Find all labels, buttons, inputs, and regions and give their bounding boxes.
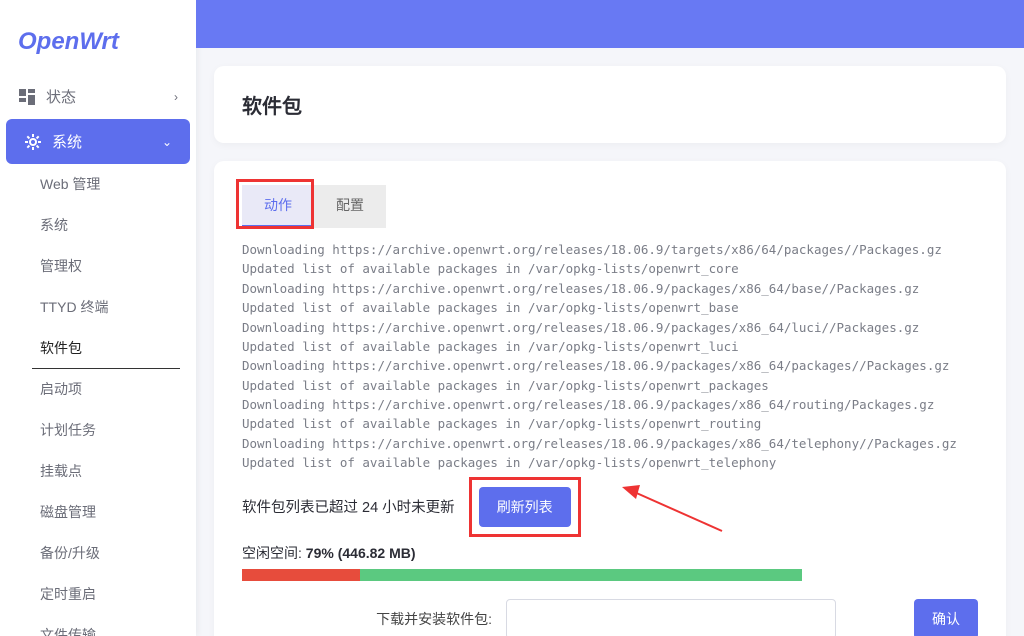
sidebar-subitem[interactable]: 文件传输 [0, 615, 196, 636]
freespace-bar-fill [360, 569, 802, 581]
sidebar: OpenWrt 状态 › 系统 ⌄ Web 管理系统管理权TTYD 终端软件包启… [0, 0, 196, 636]
install-label: 下载并安装软件包: [242, 609, 492, 629]
main-card: 动作 配置 Downloading https://archive.openwr… [214, 161, 1006, 636]
sidebar-subitem[interactable]: 磁盘管理 [0, 492, 196, 533]
sidebar-subitem[interactable]: 管理权 [0, 246, 196, 287]
update-stale-text: 软件包列表已超过 24 小时未更新 [242, 496, 455, 517]
chevron-down-icon: ⌄ [162, 135, 172, 149]
sidebar-item-system[interactable]: 系统 ⌄ [6, 119, 190, 164]
main-content: 软件包 动作 配置 Downloading https://archive.op… [196, 0, 1024, 636]
tabs: 动作 配置 [242, 185, 978, 228]
sidebar-subitem[interactable]: 挂载点 [0, 451, 196, 492]
sidebar-subitem[interactable]: 软件包 [32, 328, 180, 369]
logo: OpenWrt [0, 0, 196, 74]
sidebar-label: 状态 [46, 86, 76, 107]
sidebar-subitem[interactable]: 计划任务 [0, 410, 196, 451]
tab-actions[interactable]: 动作 [242, 185, 314, 228]
sidebar-subitem[interactable]: 定时重启 [0, 574, 196, 615]
install-confirm-button[interactable]: 确认 [914, 599, 978, 636]
annotation-arrow [622, 481, 732, 541]
sidebar-subitem[interactable]: 系统 [0, 205, 196, 246]
header-bar [196, 0, 1024, 48]
sidebar-subitem[interactable]: 启动项 [0, 369, 196, 410]
log-output: Downloading https://archive.openwrt.org/… [242, 240, 978, 473]
sidebar-item-status[interactable]: 状态 › [0, 74, 196, 119]
title-card: 软件包 [214, 66, 1006, 143]
sidebar-subitem[interactable]: TTYD 终端 [0, 287, 196, 328]
page-title: 软件包 [242, 90, 978, 119]
tab-config[interactable]: 配置 [314, 185, 386, 228]
dashboard-icon [18, 88, 36, 106]
gear-icon [24, 133, 42, 151]
refresh-list-button[interactable]: 刷新列表 [479, 487, 571, 527]
sidebar-subitem[interactable]: Web 管理 [0, 164, 196, 205]
freespace-bar [242, 569, 802, 581]
chevron-right-icon: › [174, 90, 178, 104]
install-input[interactable] [506, 599, 836, 636]
freespace-label: 空闲空间: 79% (446.82 MB) [242, 543, 978, 563]
sidebar-label: 系统 [52, 131, 82, 152]
sidebar-subitem[interactable]: 备份/升级 [0, 533, 196, 574]
